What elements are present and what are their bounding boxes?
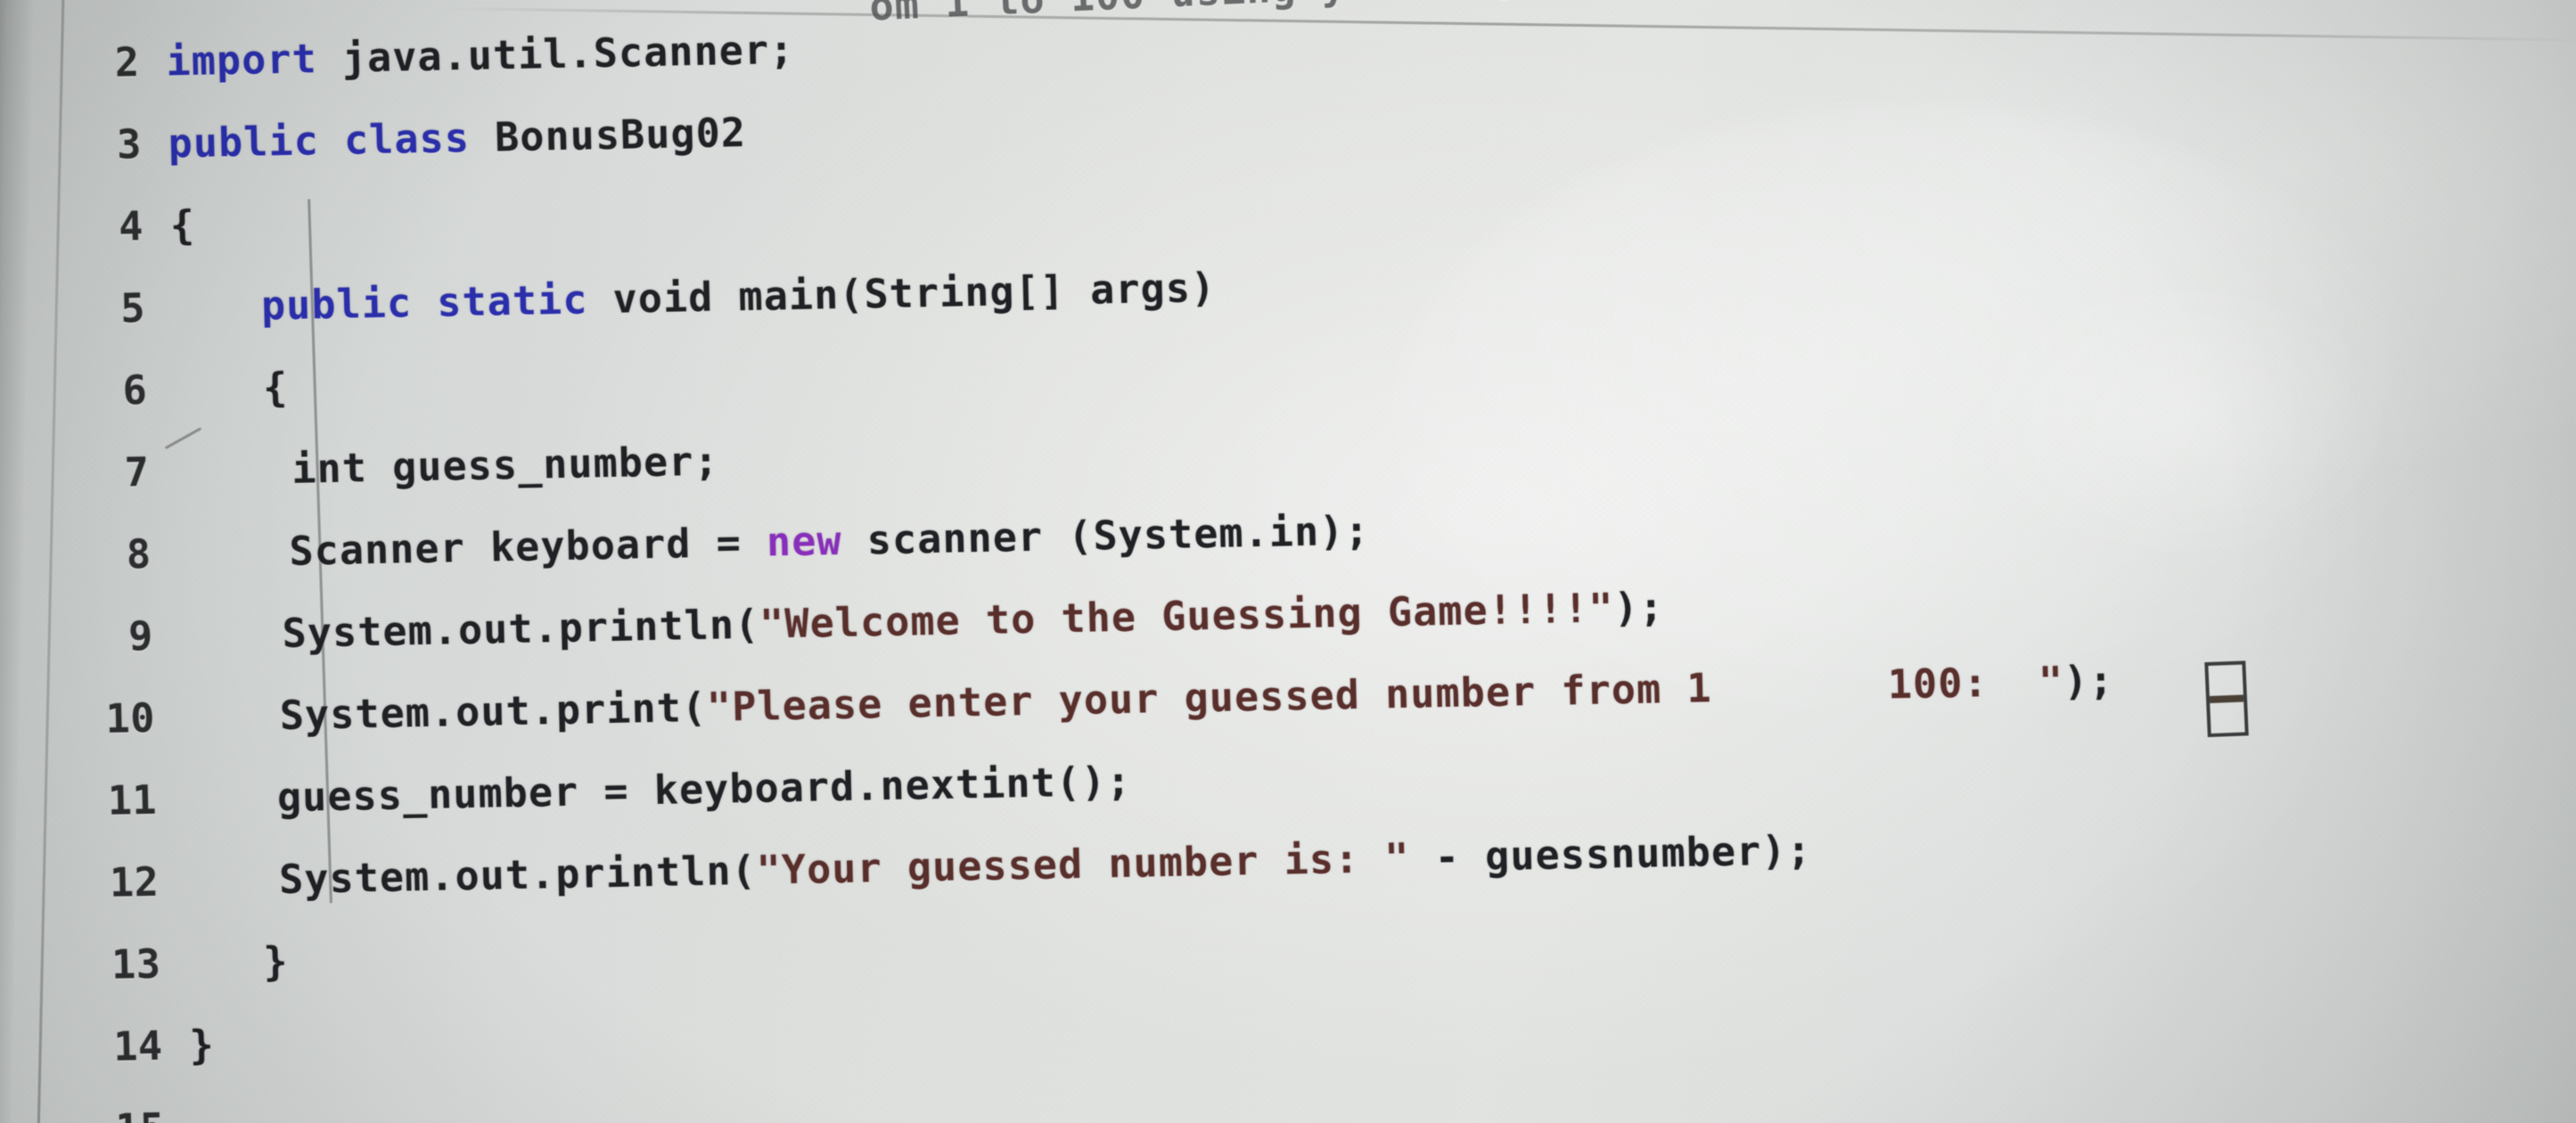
line-number: 14 bbox=[112, 1021, 164, 1070]
code-token-kw: public class bbox=[168, 114, 471, 168]
code-token-plain: ); bbox=[2063, 656, 2115, 705]
code-line-text: public class BonusBug02 bbox=[168, 109, 747, 167]
code-token-plain: { bbox=[169, 201, 196, 250]
code-line-text: System.out.println("Welcome to the Guess… bbox=[282, 583, 1665, 657]
code-token-nw: new bbox=[766, 517, 843, 566]
line-number: 13 bbox=[111, 939, 161, 988]
line-number: 15 bbox=[12, 1104, 165, 1123]
line-number: 11 bbox=[107, 775, 158, 824]
code-line-text: { bbox=[263, 364, 289, 412]
code-token-str: "Your guessed number is: " bbox=[756, 833, 1411, 894]
code-token-plain: System.out.println( bbox=[282, 600, 760, 658]
code-token-str: "Welcome to the Guessing Game!!!!" bbox=[759, 584, 1615, 648]
code-token-plain: int guess_number; bbox=[291, 437, 720, 493]
code-token-plain: scanner (System.in); bbox=[841, 506, 1371, 565]
code-editor-surface: om 1 to 100 using your keyboard 2 import … bbox=[0, 0, 2576, 1123]
screenshot-root: om 1 to 100 using your keyboard 2 import … bbox=[0, 0, 2576, 1123]
code-token-plain: guess_number = keyboard.nextint(); bbox=[276, 757, 1133, 822]
code-token-plain: BonusBug02 bbox=[469, 109, 747, 161]
code-token-plain: } bbox=[188, 1021, 216, 1070]
code-line-text: } bbox=[189, 1021, 215, 1070]
line-number: 2 bbox=[114, 38, 141, 86]
line-number: 6 bbox=[121, 365, 148, 414]
code-line[interactable]: 8 Scanner keyboard = new scanner (System.… bbox=[0, 507, 1370, 594]
code-token-kw: public static bbox=[260, 275, 589, 330]
code-token-kw: import bbox=[165, 35, 318, 86]
line-number: 4 bbox=[118, 202, 144, 250]
code-line-text: Scanner keyboard = new scanner (System.i… bbox=[289, 507, 1370, 575]
code-token-plain: System.out.println( bbox=[278, 846, 758, 904]
code-line-text: int guess_number; bbox=[291, 438, 719, 493]
code-token-plain: } bbox=[262, 938, 290, 986]
code-token-str: "Please enter your guessed number from 1 bbox=[706, 663, 1738, 731]
code-line-text: guess_number = keyboard.nextint(); bbox=[276, 758, 1132, 821]
code-token-plain: { bbox=[262, 363, 289, 412]
code-token-plain: System.out.print( bbox=[279, 684, 708, 740]
code-line-text: System.out.print("Please enter your gues… bbox=[279, 657, 2114, 739]
code-line-text: { bbox=[169, 201, 195, 250]
clipped-comment-line: om 1 to 100 using your keyboard bbox=[868, 0, 1649, 30]
missing-glyph-box-icon bbox=[2204, 660, 2249, 738]
code-token-str: 100: " bbox=[1862, 657, 2064, 709]
code-line-text: } bbox=[263, 938, 289, 986]
code-token-plain: java.util.Scanner; bbox=[316, 25, 795, 83]
line-number: 12 bbox=[109, 857, 160, 906]
code-token-plain: ); bbox=[1612, 583, 1665, 632]
stray-pencil-mark bbox=[164, 427, 202, 450]
code-token-plain: Scanner keyboard = bbox=[288, 518, 767, 575]
code-line-text: public static void main(String[] args) bbox=[260, 264, 1216, 330]
code-token-plain: void main(String[] args) bbox=[587, 263, 1217, 324]
line-number: 5 bbox=[119, 284, 146, 332]
code-line-text: import java.util.Scanner; bbox=[166, 26, 795, 86]
code-token-plain: - guessnumber); bbox=[1408, 826, 1813, 881]
code-line-text: System.out.println("Your guessed number … bbox=[279, 826, 1813, 903]
line-number: 9 bbox=[127, 611, 154, 660]
code-line[interactable]: 15 bbox=[12, 1086, 165, 1123]
line-number: 7 bbox=[124, 447, 150, 496]
line-number: 3 bbox=[116, 120, 143, 168]
line-number: 8 bbox=[126, 529, 152, 578]
line-number: 10 bbox=[105, 693, 156, 742]
